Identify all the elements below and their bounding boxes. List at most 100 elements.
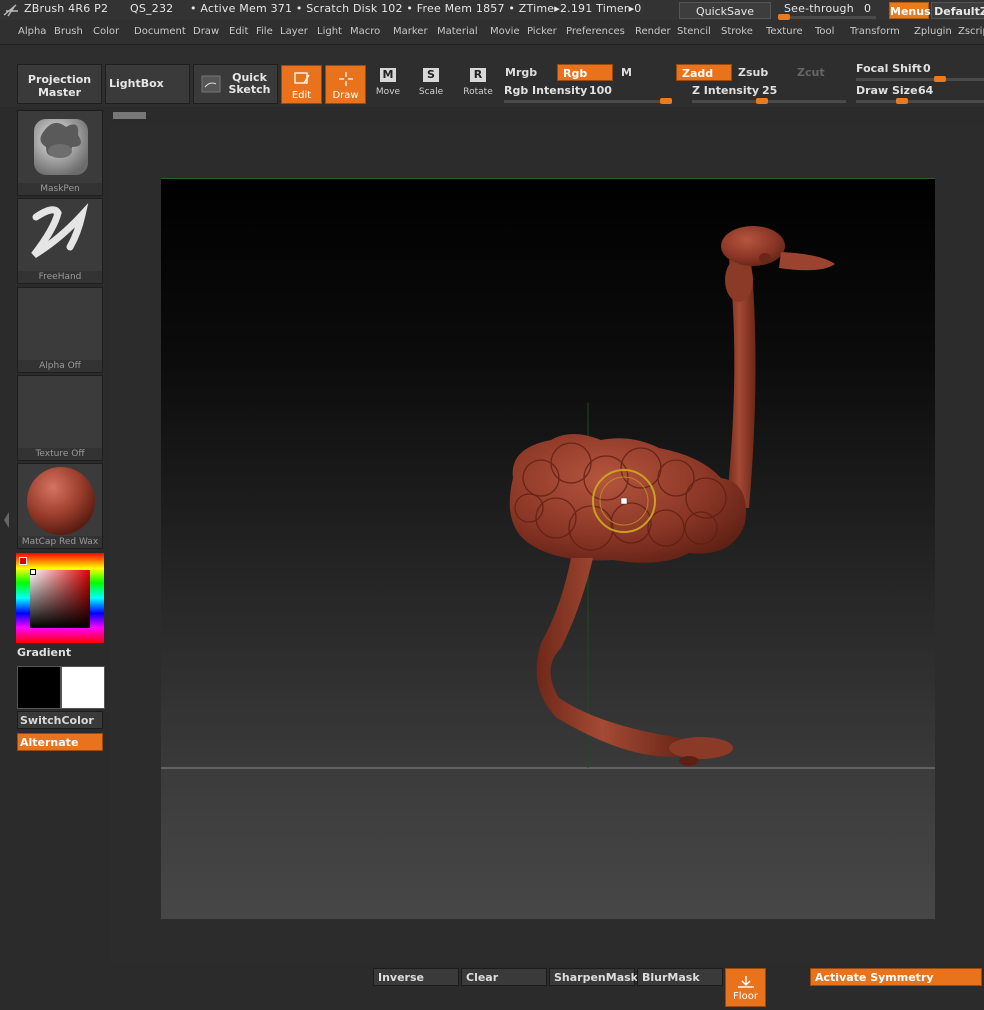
zbrush-logo-icon[interactable] [2,1,20,19]
projection-master-button[interactable]: Projection Master [17,64,102,104]
menu-render[interactable]: Render [635,26,671,37]
menu-light[interactable]: Light [317,26,342,37]
menu-movie[interactable]: Movie [490,26,520,37]
rotate-label: Rotate [463,87,493,97]
texture-off-button[interactable]: Texture Off [17,375,103,461]
menu-marker[interactable]: Marker [393,26,428,37]
matcap-sphere-icon [27,467,95,535]
menu-alpha[interactable]: Alpha [18,26,46,37]
hue-marker[interactable] [19,557,27,565]
alpha-off-button[interactable]: Alpha Off [17,287,103,373]
move-button[interactable]: M Move [372,68,404,104]
alpha-caption: Alpha Off [18,360,102,372]
menu-material[interactable]: Material [437,26,478,37]
menu-texture[interactable]: Texture [766,26,803,37]
switchcolor-button[interactable]: SwitchColor [17,711,103,729]
brush-maskpen-button[interactable]: MaskPen [17,110,103,196]
menu-draw[interactable]: Draw [193,26,219,37]
menu-zscript[interactable]: Zscript [958,26,984,37]
quick-sketch-line2: Sketch [228,83,271,96]
menu-edit[interactable]: Edit [229,26,248,37]
menu-macro[interactable]: Macro [350,26,380,37]
model-view[interactable] [161,178,935,919]
z-intensity-slider[interactable]: Z Intensity 25 [688,84,848,104]
inverse-mask-button[interactable]: Inverse [373,968,459,986]
scale-label: Scale [418,87,444,97]
focal-shift-label: Focal Shift [856,62,922,75]
floor-label: Floor [733,991,758,1002]
rgb-intensity-track [504,98,672,104]
primary-color-swatch[interactable] [17,666,61,709]
document-scroll-tab[interactable] [113,112,146,119]
menu-transform[interactable]: Transform [850,26,900,37]
focal-shift-slider[interactable]: Focal Shift 0 [852,62,984,82]
menus-button[interactable]: Menus [889,2,931,19]
rgb-intensity-slider[interactable]: Rgb Intensity 100 [500,84,674,104]
rgb-intensity-value: 100 [589,84,612,97]
scale-button[interactable]: S Scale [415,68,447,104]
floor-button[interactable]: Floor [725,968,766,1007]
freehand-stroke-icon [31,203,89,258]
blur-mask-button[interactable]: BlurMask [637,968,723,986]
secondary-color-swatch[interactable] [61,666,105,709]
draw-size-slider[interactable]: Draw Size 64 [852,84,984,104]
gradient-toggle[interactable]: Gradient [17,646,71,659]
maskpen-caption: MaskPen [18,183,102,195]
zcut-toggle[interactable]: Zcut [792,64,848,81]
menu-picker[interactable]: Picker [527,26,557,37]
projection-master-line1: Projection [27,73,92,86]
projection-master-line2: Master [37,86,82,99]
see-through-slider[interactable]: See-through 0 [776,2,884,20]
zadd-toggle[interactable]: Zadd [676,64,732,81]
see-through-value: 0 [864,2,872,15]
menu-file[interactable]: File [256,26,273,37]
material-button[interactable]: MatCap Red Wax [17,463,103,549]
saturation-value-square[interactable] [30,570,90,628]
title-bar: ZBrush 4R6 P2 QS_232 • Active Mem 371 • … [0,0,984,20]
lightbox-button[interactable]: LightBox [105,64,190,104]
rgb-intensity-knob[interactable] [660,98,672,104]
color-picker[interactable] [16,553,104,643]
menu-zplugin[interactable]: Zplugin [914,26,952,37]
focal-shift-track [856,76,984,82]
z-intensity-track [692,98,846,104]
draw-mode-button[interactable]: Draw [325,65,366,104]
draw-size-knob[interactable] [896,98,908,104]
mrgb-toggle[interactable]: Mrgb [500,64,556,81]
color-marker[interactable] [30,569,36,575]
rgb-toggle[interactable]: Rgb [557,64,613,81]
menu-stroke[interactable]: Stroke [721,26,753,37]
menu-preferences[interactable]: Preferences [566,26,625,37]
alternate-button[interactable]: Alternate [17,733,103,751]
menu-color[interactable]: Color [93,26,119,37]
rotate-icon: R [470,68,486,82]
zsub-toggle[interactable]: Zsub [733,64,789,81]
menu-layer[interactable]: Layer [280,26,308,37]
clear-mask-button[interactable]: Clear [461,968,547,986]
menu-document[interactable]: Document [134,26,186,37]
z-intensity-knob[interactable] [756,98,768,104]
edit-mode-button[interactable]: Edit [281,65,322,104]
ostrich-model[interactable] [509,226,835,766]
floor-icon [737,976,754,988]
stroke-freehand-button[interactable]: FreeHand [17,198,103,284]
z-intensity-label: Z Intensity [692,84,760,97]
rgb-intensity-label: Rgb Intensity [504,84,588,97]
defaultz-button[interactable]: DefaultZ [931,2,984,19]
material-caption: MatCap Red Wax [18,536,102,548]
document-name: QS_232 [130,2,174,15]
menu-brush[interactable]: Brush [54,26,83,37]
see-through-track [778,14,876,20]
activate-symmetry-button[interactable]: Activate Symmetry [810,968,982,986]
menu-stencil[interactable]: Stencil [677,26,711,37]
menu-tool[interactable]: Tool [815,26,834,37]
collapse-left-tray-icon[interactable] [2,510,10,530]
quick-sketch-button[interactable]: Quick Sketch [193,64,278,104]
focal-shift-knob[interactable] [934,76,946,82]
m-toggle[interactable]: M [616,64,672,81]
scale-icon: S [423,68,439,82]
draw-label: Draw [332,90,359,101]
sharpen-mask-button[interactable]: SharpenMask [549,968,638,986]
rotate-button[interactable]: R Rotate [461,68,495,104]
quicksave-button[interactable]: QuickSave [679,2,771,19]
